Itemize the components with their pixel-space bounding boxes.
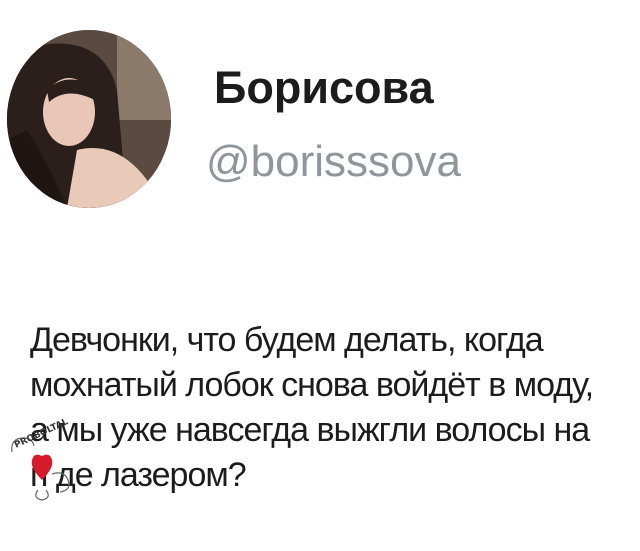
tweet-text: Девчонки, что будем делать, когда мохнат… [30,318,610,498]
user-handle[interactable]: @borisssova [206,137,461,187]
watermark-stamp: PROBOLTAL [2,417,80,504]
heart-stamp-icon: PROBOLTAL [11,417,70,501]
display-name[interactable]: Борисова [214,62,434,114]
tweet-line: Девчонки, что будем делать, когда [30,321,544,359]
svg-text:PROBOLTAL: PROBOLTAL [13,418,70,451]
tweet-line: п де лазером? [30,456,247,494]
avatar-photo [7,30,171,208]
avatar[interactable] [7,30,171,208]
tweet-line: а мы уже навсегда выжгли волосы на [30,411,590,449]
tweet-line: мохнатый лобок снова войдёт в моду, [30,366,594,404]
